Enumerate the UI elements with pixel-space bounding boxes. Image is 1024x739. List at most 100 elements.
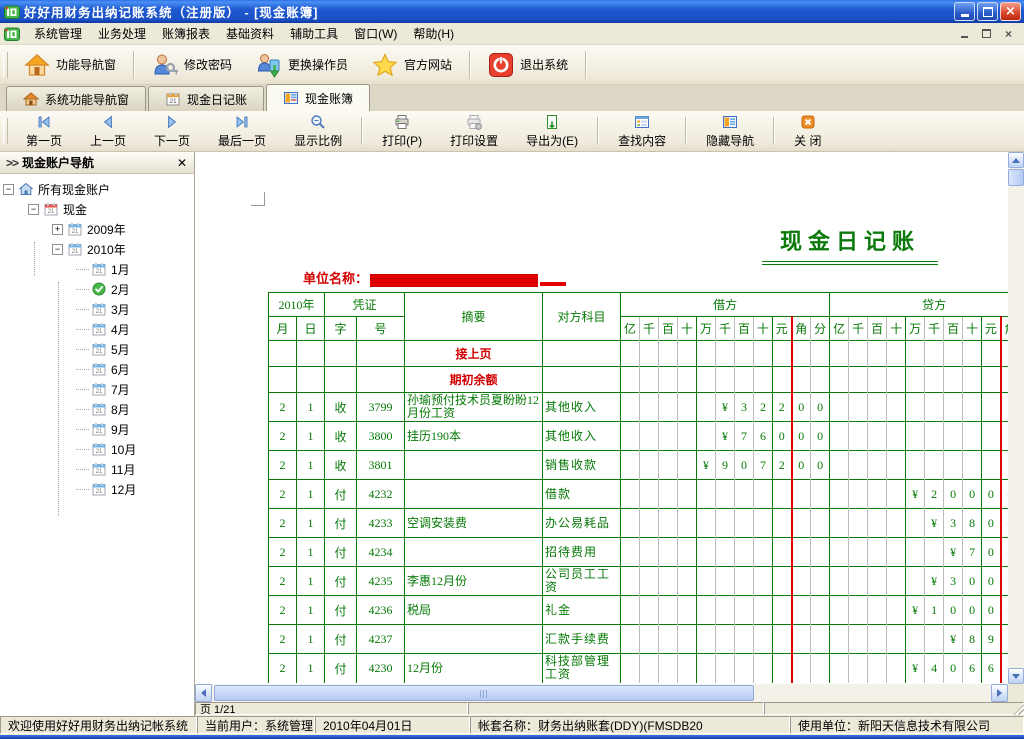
report-toolbar-button-label: 打印(P) — [382, 132, 422, 149]
tree-item[interactable]: 217月 — [0, 379, 194, 399]
tree-item-label: 2月 — [111, 281, 130, 298]
tree-item[interactable]: +212009年 — [0, 219, 194, 239]
report-toolbar-button[interactable]: 下一页 — [140, 111, 204, 152]
ledger-voucher-no: 4237 — [357, 625, 405, 654]
mdi-close-button[interactable]: × — [999, 25, 1018, 42]
vertical-scroll-thumb[interactable] — [1008, 169, 1024, 186]
unit-name-line: 单位名称： — [303, 268, 566, 287]
tree-item[interactable]: 215月 — [0, 339, 194, 359]
ledger-month: 2 — [269, 567, 297, 596]
ledger-debit-digit: 6 — [754, 422, 773, 451]
tab-item[interactable]: 系统功能导航窗 — [6, 86, 146, 111]
tab-item[interactable]: 21现金日记账 — [148, 86, 264, 111]
report-toolbar-button[interactable]: 导出为(E) — [512, 111, 592, 152]
report-toolbar-button[interactable]: 上一页 — [76, 111, 140, 152]
ledger-debit-digit — [792, 538, 811, 567]
ledger-row: 21付4235李惠12月份公司员工工资¥3000 — [269, 567, 1009, 596]
tree-connector — [76, 269, 89, 270]
tree-item[interactable]: 2110月 — [0, 439, 194, 459]
report-toolbar-button-label: 下一页 — [154, 132, 190, 149]
collapse-minus-icon[interactable]: − — [52, 244, 63, 255]
ledger-credit-digit — [887, 567, 906, 596]
collapse-chevrons-icon[interactable]: >> — [6, 156, 18, 170]
ledger-note: 期初余额 — [405, 367, 543, 393]
report-toolbar-button[interactable]: 最后一页 — [204, 111, 280, 152]
tree-item[interactable]: 216月 — [0, 359, 194, 379]
report-toolbar-button[interactable]: 显示比例 — [280, 111, 356, 152]
report-toolbar-button[interactable]: 打印(P) — [368, 111, 436, 152]
menu-item[interactable]: 系统管理 — [26, 25, 90, 43]
toolbar-button[interactable]: 官方网站 — [361, 48, 463, 82]
tree-item[interactable]: 219月 — [0, 419, 194, 439]
ledger-summary — [405, 451, 543, 480]
sidebar-close-icon[interactable]: ✕ — [174, 156, 190, 170]
resize-grip[interactable] — [1012, 703, 1024, 715]
tree-item[interactable]: −212010年 — [0, 239, 194, 259]
scroll-left-icon[interactable] — [195, 684, 212, 702]
mdi-minimize-button[interactable] — [955, 25, 974, 42]
toolbar-button[interactable]: 修改密码 — [141, 48, 243, 82]
report-toolbar-button[interactable]: 隐藏导航 — [692, 111, 768, 152]
ledger-debit-digit — [697, 538, 716, 567]
tree-item[interactable]: 218月 — [0, 399, 194, 419]
report-toolbar-button[interactable]: 关 闭 — [780, 111, 835, 152]
status-current-user: 当前用户：系统管理员 — [197, 716, 315, 734]
minimize-button[interactable] — [954, 2, 975, 21]
ledger-debit-digit — [640, 509, 659, 538]
horizontal-scroll-thumb[interactable] — [214, 685, 754, 701]
tab-active[interactable]: 现金账簿 — [266, 84, 370, 111]
menu-item[interactable]: 业务处理 — [90, 25, 154, 43]
tree-item[interactable]: −所有现金账户 — [0, 179, 194, 199]
ledger-debit-digit — [735, 625, 754, 654]
toolbar-button[interactable]: 功能导航窗 — [13, 48, 127, 82]
tree-item-label: 7月 — [111, 381, 130, 398]
svg-text:21: 21 — [96, 489, 103, 495]
hide-nav-icon — [722, 114, 738, 130]
mdi-restore-button[interactable] — [977, 25, 996, 42]
expand-plus-icon[interactable]: + — [52, 224, 63, 235]
calendar-icon: 21 — [92, 322, 106, 336]
tree-item[interactable]: 2111月 — [0, 459, 194, 479]
tree-item[interactable]: −21现金 — [0, 199, 194, 219]
report-toolbar-button[interactable]: 打印设置 — [436, 111, 512, 152]
menu-item[interactable]: 帮助(H) — [405, 25, 462, 43]
toolbar-button[interactable]: 退出系统 — [477, 48, 579, 82]
scroll-up-icon[interactable] — [1008, 152, 1024, 168]
ledger-credit-digit: 6 — [982, 654, 1001, 683]
collapse-minus-icon[interactable]: − — [28, 204, 39, 215]
ledger-debit-digit — [716, 625, 735, 654]
report-toolbar-button[interactable]: 第一页 — [12, 111, 76, 152]
scroll-down-icon[interactable] — [1008, 668, 1024, 684]
tree-item[interactable]: 214月 — [0, 319, 194, 339]
svg-text:21: 21 — [96, 469, 103, 475]
ledger-credit-digit — [963, 422, 982, 451]
ledger-debit-digit — [811, 625, 830, 654]
toolbar-button[interactable]: 更换操作员 — [245, 48, 359, 82]
vertical-scrollbar[interactable] — [1008, 152, 1024, 684]
tree-item[interactable]: 211月 — [0, 259, 194, 279]
menu-item[interactable]: 基础资料 — [218, 25, 282, 43]
menu-item[interactable]: 窗口(W) — [346, 25, 405, 43]
restore-button[interactable] — [977, 2, 998, 21]
menu-item[interactable]: 账簿报表 — [154, 25, 218, 43]
tree-item[interactable]: 213月 — [0, 299, 194, 319]
tree-item[interactable]: 2112月 — [0, 479, 194, 499]
ledger-credit-digit — [887, 422, 906, 451]
ledger-credit-digit — [906, 393, 925, 422]
horizontal-scrollbar[interactable] — [195, 684, 1008, 702]
close-button[interactable]: × — [1000, 2, 1021, 21]
scroll-right-icon[interactable] — [991, 684, 1008, 702]
menu-item[interactable]: 辅助工具 — [282, 25, 346, 43]
sidebar: >> 现金账户导航 ✕ −所有现金账户−21现金+212009年−212010年… — [0, 152, 195, 716]
home-icon — [24, 52, 50, 78]
collapse-minus-icon[interactable]: − — [3, 184, 14, 195]
tree-item[interactable]: 2月 — [0, 279, 194, 299]
report-toolbar-button[interactable]: 查找内容 — [604, 111, 680, 152]
ledger-credit-digit — [925, 422, 944, 451]
next-page-icon — [164, 114, 180, 130]
ledger-credit-digit: 2 — [925, 480, 944, 509]
ledger-header-digit: 元 — [773, 317, 792, 341]
ledger-credit-digit: 0 — [982, 596, 1001, 625]
tree-item-label: 5月 — [111, 341, 130, 358]
ledger-debit-digit — [754, 341, 773, 367]
